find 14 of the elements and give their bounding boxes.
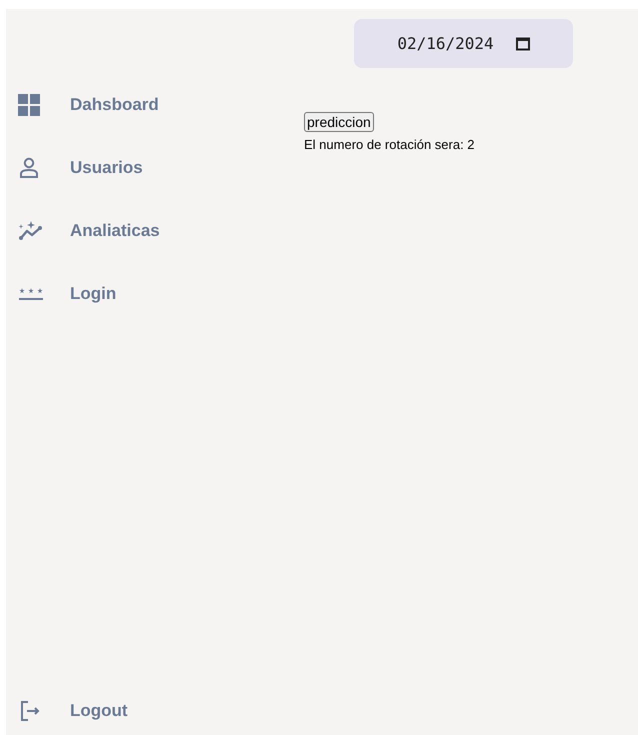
prediccion-button[interactable]: prediccion bbox=[304, 112, 374, 132]
sidebar-item[interactable]: Usuarios bbox=[6, 152, 296, 184]
grid-icon bbox=[18, 94, 40, 116]
logout-link[interactable]: Logout bbox=[6, 695, 296, 727]
sidebar-item[interactable]: Dahsboard bbox=[6, 89, 296, 121]
sidebar-item[interactable]: Login bbox=[6, 278, 296, 310]
sparkle-chart-icon bbox=[18, 221, 44, 241]
sidebar-item[interactable]: Analiaticas bbox=[6, 215, 296, 247]
calendar-icon[interactable] bbox=[516, 36, 530, 50]
user-icon bbox=[18, 157, 40, 179]
exit-icon bbox=[20, 700, 42, 722]
result-text: El numero de rotación sera: 2 bbox=[304, 136, 476, 154]
date-field[interactable]: 02/16/2024 bbox=[354, 19, 573, 68]
password-icon bbox=[18, 287, 44, 301]
